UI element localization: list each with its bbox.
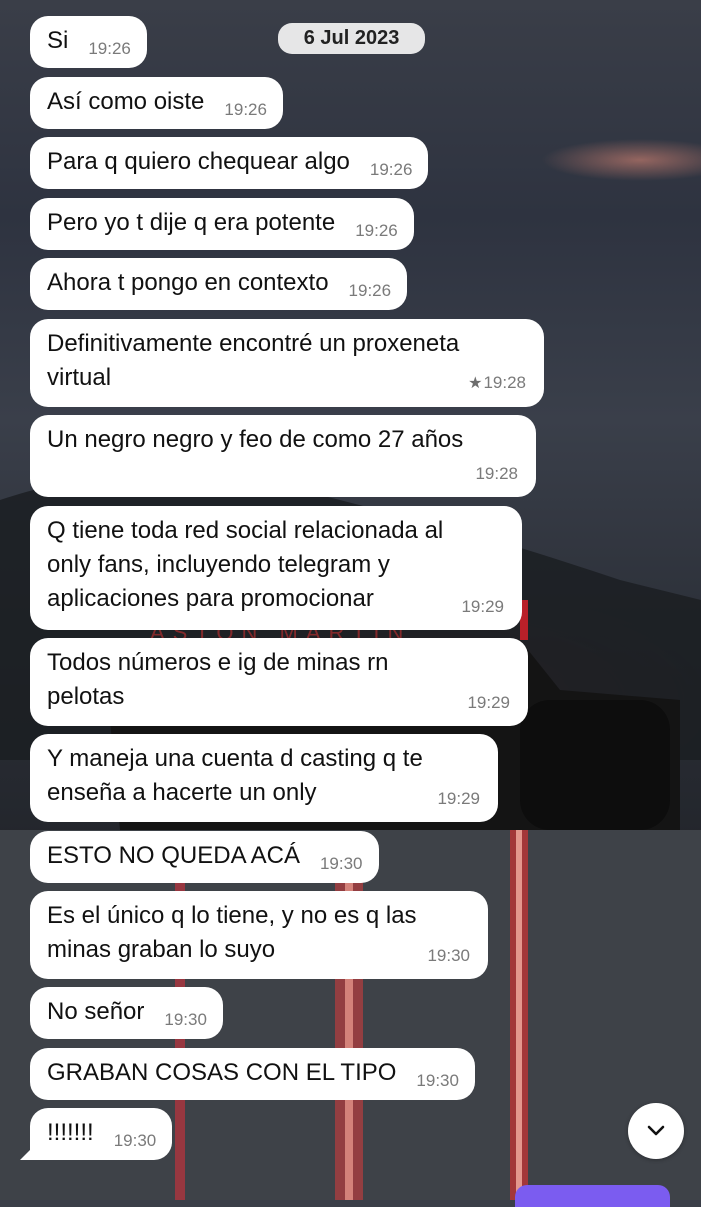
message-bubble[interactable]: Un negro negro y feo de como 27 años 19:… <box>30 415 536 497</box>
message-bubble[interactable]: GRABAN COSAS CON EL TIPO 19:30 <box>30 1048 475 1100</box>
chat-thread: 6 Jul 2023 Si 19:26 Así como oiste 19:26 P… <box>0 0 701 1207</box>
message-time: 19:30 <box>427 946 470 965</box>
message-text: Pero yo t dije q era potente <box>47 209 336 236</box>
message-row[interactable]: Es el único q lo tiene, y no es q las mi… <box>30 891 488 979</box>
chevron-down-icon <box>647 1125 665 1136</box>
message-line: enseña a hacerte un only <box>47 779 317 806</box>
message-text: ESTO NO QUEDA ACÁ <box>47 842 300 869</box>
message-text: !!!!!!! <box>47 1119 94 1146</box>
message-line: pelotas <box>47 683 125 710</box>
message-meta: ★19:28 <box>468 366 526 401</box>
message-time: 19:30 <box>164 1010 207 1029</box>
message-row[interactable]: Pero yo t dije q era potente 19:26 <box>30 198 414 250</box>
message-line: Q tiene toda red social relacionada al <box>47 517 444 544</box>
bubble-tail <box>20 1146 34 1160</box>
compose-action-button[interactable] <box>515 1185 670 1207</box>
message-line: Y maneja una cuenta d casting q te <box>47 745 423 772</box>
message-bubble[interactable]: Todos números e ig de minas rn pelotas 1… <box>30 638 528 726</box>
message-time: 19:29 <box>467 693 510 712</box>
message-time: 19:30 <box>416 1071 459 1090</box>
message-bubble[interactable]: Ahora t pongo en contexto 19:26 <box>30 258 408 310</box>
message-line: only fans, incluyendo telegram y <box>47 551 390 578</box>
message-time: 19:29 <box>437 789 480 808</box>
message-text: Si <box>47 27 69 54</box>
message-line: minas graban lo suyo <box>47 936 276 963</box>
message-row[interactable]: GRABAN COSAS CON EL TIPO 19:30 <box>30 1048 475 1100</box>
message-text: No señor <box>47 998 145 1025</box>
message-bubble[interactable]: ESTO NO QUEDA ACÁ 19:30 <box>30 831 379 883</box>
message-row[interactable]: ESTO NO QUEDA ACÁ 19:30 <box>30 831 379 883</box>
message-line: Todos números e ig de minas rn <box>47 649 389 676</box>
message-bubble[interactable]: Así como oiste 19:26 <box>30 77 283 129</box>
message-text: Así como oiste <box>47 88 205 115</box>
scroll-to-bottom-button[interactable] <box>628 1103 684 1159</box>
message-time: 19:30 <box>319 854 363 873</box>
message-row[interactable]: Así como oiste 19:26 <box>30 77 283 129</box>
message-bubble[interactable]: !!!!!!! 19:30 <box>20 1108 173 1160</box>
message-time: 19:28 <box>483 373 526 392</box>
message-time: 19:29 <box>461 597 504 616</box>
message-text: Para q quiero chequear algo <box>47 148 350 175</box>
date-chip: 6 Jul 2023 <box>278 23 425 54</box>
message-bubble[interactable]: No señor 19:30 <box>30 987 223 1039</box>
message-row[interactable]: Un negro negro y feo de como 27 años 19:… <box>30 415 536 497</box>
message-line: virtual <box>47 364 112 391</box>
message-row[interactable]: Ahora t pongo en contexto 19:26 <box>30 258 408 310</box>
message-row[interactable]: Si 19:26 <box>30 16 147 68</box>
message-row[interactable]: !!!!!!! 19:30 <box>20 1108 173 1160</box>
message-text: GRABAN COSAS CON EL TIPO <box>47 1059 397 1086</box>
message-line: aplicaciones para promocionar <box>47 585 374 612</box>
message-line: Es el único q lo tiene, y no es q las <box>47 902 417 929</box>
message-line: Definitivamente encontré un proxeneta <box>47 330 460 357</box>
message-row[interactable]: Todos números e ig de minas rn pelotas 1… <box>30 638 528 726</box>
message-time: 19:26 <box>224 100 267 119</box>
message-line: Un negro negro y feo de como 27 años <box>47 426 464 453</box>
message-time: 19:26 <box>88 39 131 58</box>
message-bubble[interactable]: Para q quiero chequear algo 19:26 <box>30 137 429 189</box>
message-time: 19:28 <box>475 464 518 483</box>
message-row[interactable]: Q tiene toda red social relacionada al o… <box>30 506 522 630</box>
message-time: 19:26 <box>369 160 413 179</box>
message-row[interactable]: Para q quiero chequear algo 19:26 <box>30 137 429 189</box>
message-row[interactable]: Y maneja una cuenta d casting q te enseñ… <box>30 734 498 822</box>
message-bubble[interactable]: Q tiene toda red social relacionada al o… <box>30 506 522 630</box>
message-time: 19:30 <box>113 1131 157 1150</box>
message-time: 19:26 <box>348 281 392 300</box>
message-row[interactable]: No señor 19:30 <box>30 987 223 1039</box>
message-bubble[interactable]: Si 19:26 <box>30 16 147 68</box>
message-bubble[interactable]: Pero yo t dije q era potente 19:26 <box>30 198 414 250</box>
message-time: 19:26 <box>355 221 398 240</box>
star-icon: ★ <box>468 375 483 392</box>
message-bubble[interactable]: Y maneja una cuenta d casting q te enseñ… <box>30 734 498 822</box>
message-text: Ahora t pongo en contexto <box>47 269 329 296</box>
message-bubble[interactable]: Es el único q lo tiene, y no es q las mi… <box>30 891 488 979</box>
message-row[interactable]: Definitivamente encontré un proxeneta vi… <box>30 319 544 407</box>
message-bubble[interactable]: Definitivamente encontré un proxeneta vi… <box>30 319 544 407</box>
